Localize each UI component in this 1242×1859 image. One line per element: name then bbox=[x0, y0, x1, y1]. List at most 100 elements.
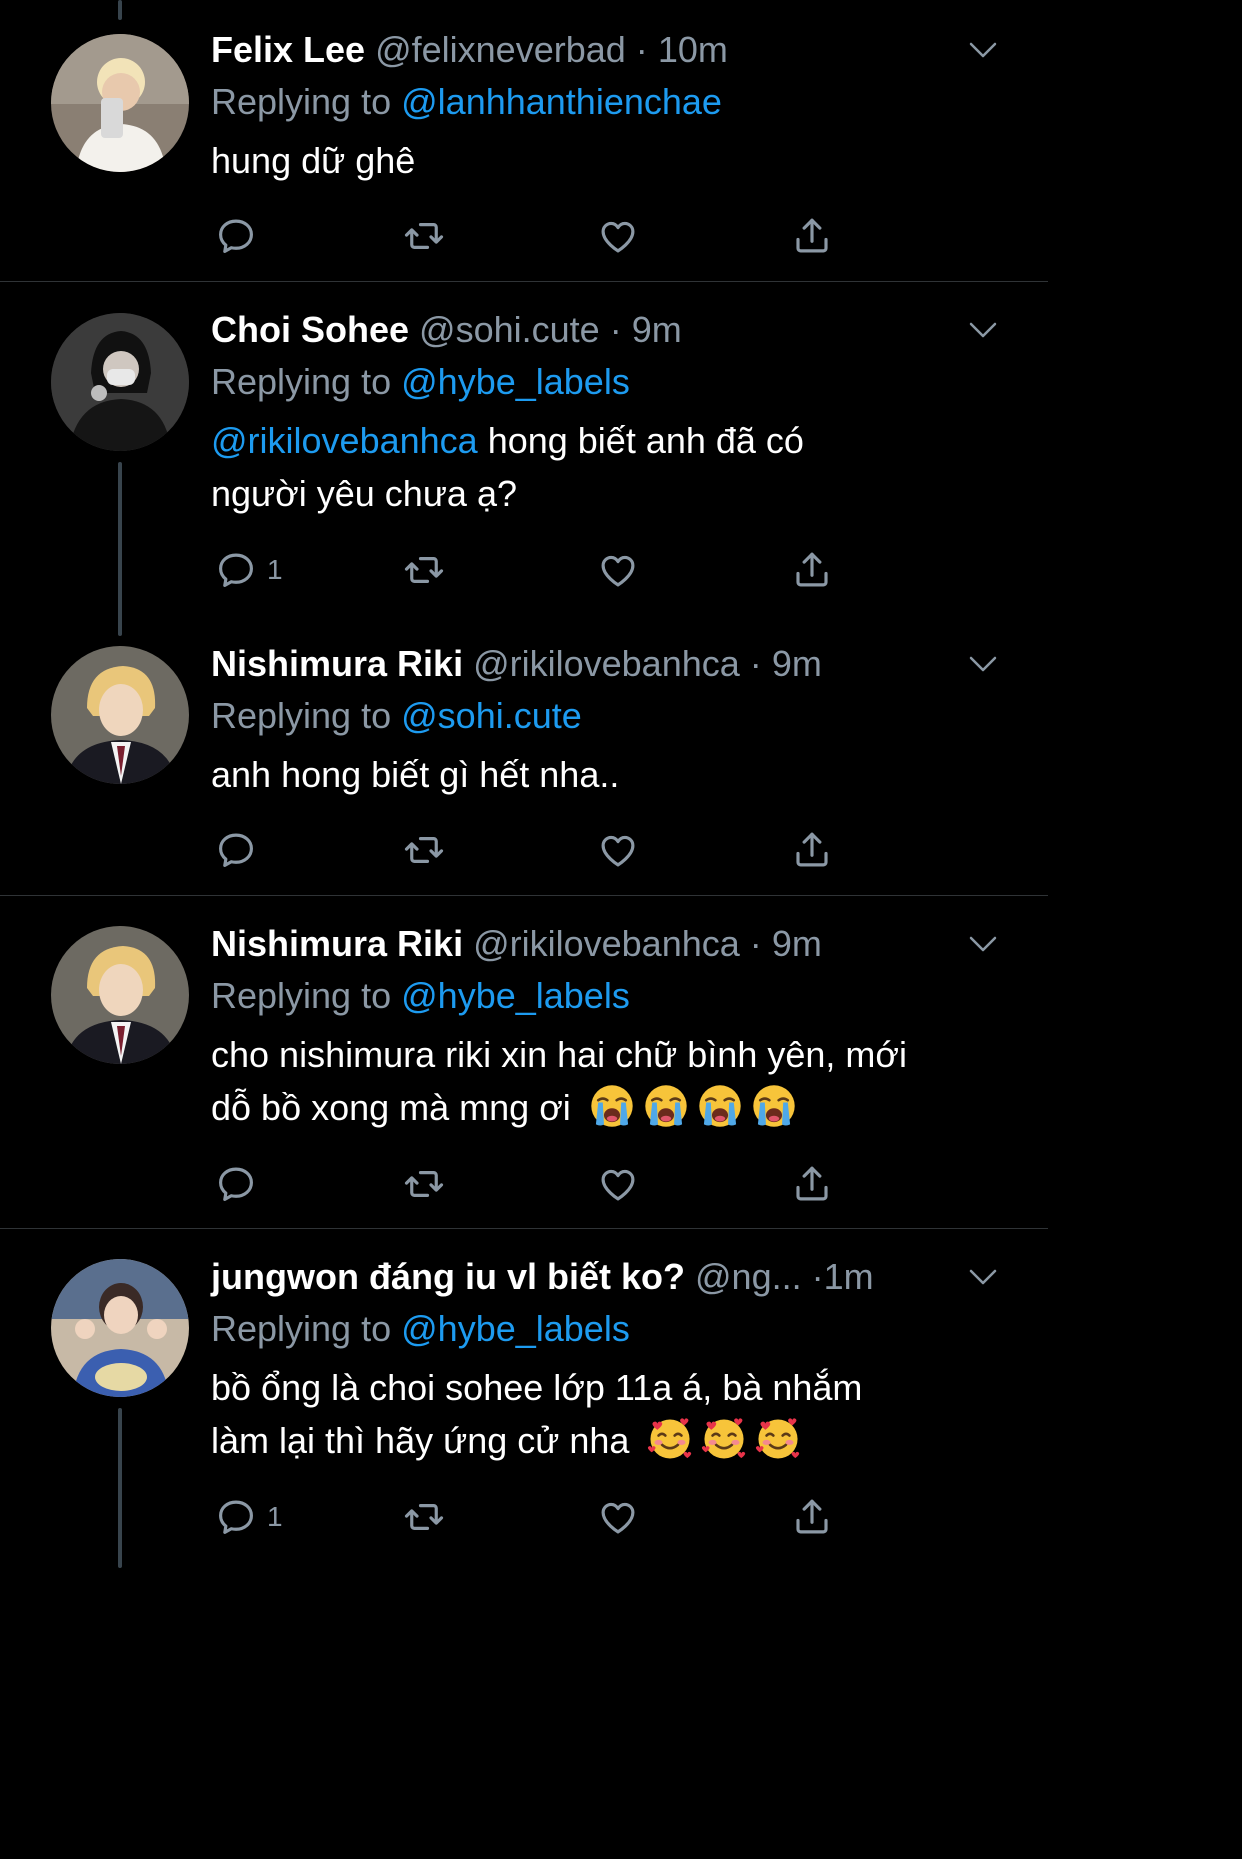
chevron-down-icon[interactable] bbox=[968, 320, 998, 340]
separator-dot: · bbox=[609, 309, 622, 350]
replying-to-mention[interactable]: @lanhhanthienchae bbox=[401, 81, 722, 122]
tweet-actions bbox=[211, 214, 851, 264]
retweet-button[interactable] bbox=[403, 214, 445, 258]
tweet-header: Choi Sohee @sohi.cute · 9m bbox=[211, 304, 998, 356]
avatar-jungwon[interactable] bbox=[51, 1259, 189, 1397]
replying-to: Replying to @hybe_labels bbox=[211, 356, 998, 408]
replying-to-mention[interactable]: @sohi.cute bbox=[401, 695, 582, 736]
smiling-face-with-hearts-emoji bbox=[755, 1416, 801, 1462]
display-name[interactable]: Nishimura Riki bbox=[211, 643, 463, 684]
tweet-text-line: cho nishimura riki xin hai chữ bình yên,… bbox=[211, 1034, 907, 1075]
like-button[interactable] bbox=[597, 828, 639, 872]
share-button[interactable] bbox=[791, 548, 833, 592]
replying-to-label: Replying to bbox=[211, 361, 392, 402]
like-button[interactable] bbox=[597, 1495, 639, 1539]
loudly-crying-face-emoji bbox=[751, 1083, 797, 1129]
avatar-riki[interactable] bbox=[51, 646, 189, 784]
tweet-text-line-2: người yêu chưa ạ? bbox=[211, 473, 517, 514]
retweet-button[interactable] bbox=[403, 1162, 445, 1206]
chevron-down-icon[interactable] bbox=[968, 934, 998, 954]
share-icon bbox=[791, 1163, 833, 1205]
separator-dot: · bbox=[749, 923, 762, 964]
like-icon bbox=[597, 1496, 639, 1538]
like-button[interactable] bbox=[597, 214, 639, 258]
replying-to-mention[interactable]: @hybe_labels bbox=[401, 975, 630, 1016]
smiling-face-with-hearts-emoji bbox=[701, 1416, 747, 1462]
display-name[interactable]: Nishimura Riki bbox=[211, 923, 463, 964]
handle[interactable]: @ng... bbox=[695, 1256, 802, 1297]
like-button[interactable] bbox=[597, 548, 639, 592]
retweet-button[interactable] bbox=[403, 1495, 445, 1539]
replying-to-label: Replying to bbox=[211, 695, 392, 736]
timestamp[interactable]: 10m bbox=[658, 29, 728, 70]
reply-button[interactable] bbox=[215, 828, 257, 872]
replying-to-label: Replying to bbox=[211, 1308, 392, 1349]
display-name[interactable]: Felix Lee bbox=[211, 29, 365, 70]
retweet-button[interactable] bbox=[403, 548, 445, 592]
divider bbox=[0, 895, 1048, 896]
tweet-text-line-2: dỗ bồ xong mà mng ơi bbox=[211, 1087, 571, 1128]
replying-to: Replying to @hybe_labels bbox=[211, 1303, 998, 1355]
text-mention[interactable]: @rikilovebanhca bbox=[211, 420, 478, 461]
avatar-felix[interactable] bbox=[51, 34, 189, 172]
loudly-crying-face-emoji bbox=[589, 1083, 635, 1129]
handle[interactable]: @sohi.cute bbox=[419, 309, 600, 350]
replying-to-mention[interactable]: @hybe_labels bbox=[401, 361, 630, 402]
separator-dot: · bbox=[811, 1256, 824, 1297]
share-icon bbox=[791, 1496, 833, 1538]
reply-button[interactable] bbox=[215, 214, 257, 258]
chevron-down-icon[interactable] bbox=[968, 654, 998, 674]
timestamp[interactable]: 9m bbox=[632, 309, 682, 350]
timestamp[interactable]: 9m bbox=[772, 923, 822, 964]
loudly-crying-face-emoji bbox=[643, 1083, 689, 1129]
retweet-icon bbox=[403, 829, 445, 871]
avatar-sohee[interactable] bbox=[51, 313, 189, 451]
tweet-actions: 1 bbox=[211, 548, 851, 598]
share-icon bbox=[791, 215, 833, 257]
reply-button[interactable] bbox=[215, 1162, 257, 1206]
display-name[interactable]: Choi Sohee bbox=[211, 309, 409, 350]
timestamp[interactable]: 9m bbox=[772, 643, 822, 684]
tweet-felix[interactable]: Felix Lee @felixneverbad · 10m Replying … bbox=[211, 24, 998, 187]
tweet-text: cho nishimura riki xin hai chữ bình yên,… bbox=[211, 1028, 998, 1134]
handle[interactable]: @felixneverbad bbox=[375, 29, 626, 70]
tweet-riki-1[interactable]: Nishimura Riki @rikilovebanhca · 9m Repl… bbox=[211, 638, 998, 801]
display-name[interactable]: jungwon đáng iu vl biết ko? bbox=[211, 1256, 685, 1297]
retweet-icon bbox=[403, 215, 445, 257]
retweet-icon bbox=[403, 1163, 445, 1205]
tweet-text: hung dữ ghê bbox=[211, 134, 998, 187]
like-button[interactable] bbox=[597, 1162, 639, 1206]
reply-icon bbox=[215, 1496, 257, 1538]
timestamp[interactable]: 1m bbox=[824, 1256, 874, 1297]
replying-to-mention[interactable]: @hybe_labels bbox=[401, 1308, 630, 1349]
reply-icon bbox=[215, 829, 257, 871]
share-button[interactable] bbox=[791, 214, 833, 258]
tweet-sohee[interactable]: Choi Sohee @sohi.cute · 9m Replying to @… bbox=[211, 304, 998, 520]
replying-to: Replying to @hybe_labels bbox=[211, 970, 998, 1022]
tweet-jungwon[interactable]: jungwon đáng iu vl biết ko? @ng... ·1m R… bbox=[211, 1251, 998, 1467]
avatar-riki[interactable] bbox=[51, 926, 189, 1064]
tweet-actions: 1 bbox=[211, 1495, 851, 1545]
retweet-button[interactable] bbox=[403, 828, 445, 872]
separator-dot: · bbox=[749, 643, 762, 684]
handle[interactable]: @rikilovebanhca bbox=[473, 643, 740, 684]
tweet-riki-2[interactable]: Nishimura Riki @rikilovebanhca · 9m Repl… bbox=[211, 918, 998, 1134]
divider bbox=[0, 1228, 1048, 1229]
tweet-text-line: bồ ổng là choi sohee lớp 11a á, bà nhắm bbox=[211, 1367, 863, 1408]
tweet-header: Nishimura Riki @rikilovebanhca · 9m bbox=[211, 918, 998, 970]
chevron-down-icon[interactable] bbox=[968, 1267, 998, 1287]
reply-button[interactable]: 1 bbox=[215, 1495, 283, 1539]
tweet-header: jungwon đáng iu vl biết ko? @ng... ·1m bbox=[211, 1251, 998, 1303]
replying-to: Replying to @sohi.cute bbox=[211, 690, 998, 742]
tweet-header: Nishimura Riki @rikilovebanhca · 9m bbox=[211, 638, 998, 690]
chevron-down-icon[interactable] bbox=[968, 40, 998, 60]
retweet-icon bbox=[403, 549, 445, 591]
share-button[interactable] bbox=[791, 1495, 833, 1539]
tweet-text-line: anh hong biết gì hết nha.. bbox=[211, 754, 620, 795]
reply-count: 1 bbox=[267, 554, 283, 585]
reply-button[interactable]: 1 bbox=[215, 548, 283, 592]
handle[interactable]: @rikilovebanhca bbox=[473, 923, 740, 964]
share-button[interactable] bbox=[791, 828, 833, 872]
tweet-text-line: hong biết anh đã có bbox=[477, 420, 804, 461]
share-button[interactable] bbox=[791, 1162, 833, 1206]
